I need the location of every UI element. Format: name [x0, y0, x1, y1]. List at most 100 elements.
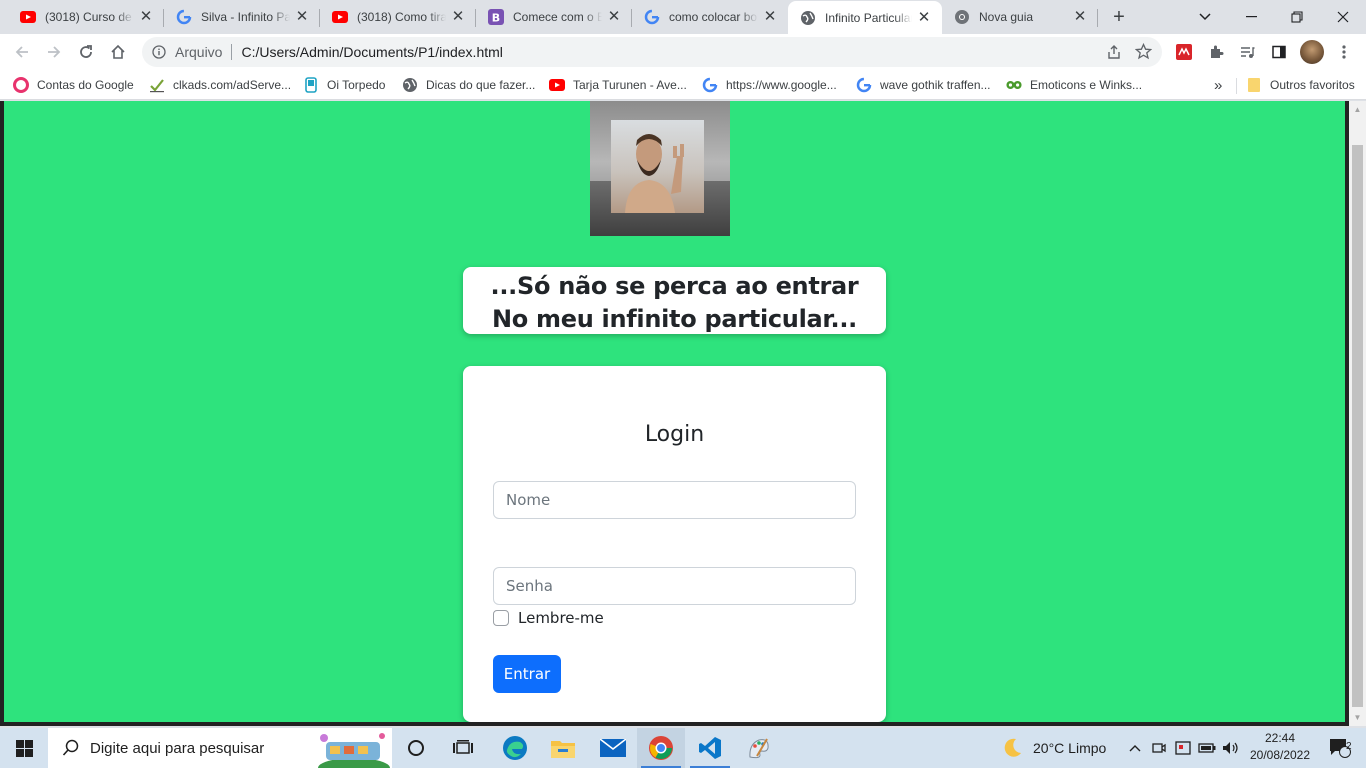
address-bar[interactable]: Arquivo C:/Users/Admin/Documents/P1/inde…: [142, 37, 1162, 67]
tab-silva[interactable]: Silva - Infinito Particular ✕: [164, 0, 320, 34]
tray-expand-button[interactable]: [1126, 728, 1144, 768]
battery-button[interactable]: [1196, 728, 1218, 768]
bookmark-clkads[interactable]: clkads.com/adServe...: [149, 75, 291, 95]
side-panel-icon: [1272, 45, 1286, 59]
remember-me-checkbox[interactable]: [493, 610, 509, 626]
bookmark-label: wave gothik traffen...: [880, 78, 991, 92]
share-icon[interactable]: [1106, 44, 1122, 63]
battery-icon: [1198, 743, 1216, 753]
notification-count: 2: [1346, 741, 1352, 752]
new-tab-button[interactable]: +: [1108, 6, 1130, 28]
taskbar-clock[interactable]: 22:44 20/08/2022: [1240, 730, 1320, 764]
taskbar-search[interactable]: Digite aqui para pesquisar: [48, 728, 392, 768]
close-icon[interactable]: ✕: [762, 9, 778, 25]
login-title: Login: [644, 422, 705, 447]
password-input[interactable]: [493, 567, 856, 605]
meet-now-button[interactable]: [1148, 728, 1170, 768]
chrome-icon: [649, 736, 673, 760]
tab-bootstrap[interactable]: B Comece com o Bootstrap ✕: [476, 0, 632, 34]
edge-button[interactable]: [491, 728, 539, 768]
volume-button[interactable]: [1220, 728, 1242, 768]
bookmark-other-favorites[interactable]: Outros favoritos: [1246, 75, 1355, 95]
tab-youtube-fundo[interactable]: (3018) Como tirar fundo ✕: [320, 0, 476, 34]
close-icon[interactable]: ✕: [916, 9, 932, 26]
scrollbar-thumb[interactable]: [1352, 145, 1363, 707]
bookmark-wave-gothik[interactable]: wave gothik traffen...: [856, 75, 991, 95]
chrome-button[interactable]: [637, 728, 685, 768]
folder-icon: [1246, 77, 1262, 93]
bookmark-emoticons[interactable]: Emoticons e Winks...: [1006, 75, 1142, 95]
bookmarks-overflow-button[interactable]: »: [1214, 75, 1222, 95]
paint-button[interactable]: [735, 728, 783, 768]
notifications-tray-button[interactable]: [1172, 728, 1194, 768]
close-icon[interactable]: ✕: [450, 9, 466, 25]
bookmark-label: Tarja Turunen - Ave...: [573, 78, 687, 92]
media-icon: [1241, 47, 1255, 58]
forward-button[interactable]: [40, 38, 68, 66]
youtube-icon: [549, 77, 565, 93]
tab-google-borda[interactable]: como colocar borda ✕: [632, 0, 788, 34]
back-button[interactable]: [8, 38, 36, 66]
close-window-button[interactable]: [1320, 0, 1366, 34]
menu-button[interactable]: [1330, 38, 1358, 66]
cortana-button[interactable]: [394, 728, 438, 768]
emoticon-icon: [1006, 77, 1022, 93]
action-center-button[interactable]: 2: [1320, 728, 1360, 768]
bookmark-contas-google[interactable]: Contas do Google: [13, 75, 134, 95]
close-icon[interactable]: ✕: [294, 9, 310, 25]
tab-title: Nova guia: [979, 10, 1034, 24]
tab-strip: (3018) Curso de Cyber Security ✕ Silva -…: [0, 0, 1366, 34]
bookmark-label: Outros favoritos: [1270, 78, 1355, 92]
bookmark-tarja[interactable]: Tarja Turunen - Ave...: [549, 75, 687, 95]
close-icon[interactable]: ✕: [1072, 9, 1088, 25]
bookmark-google-url[interactable]: https://www.google...: [702, 75, 837, 95]
name-input[interactable]: [493, 481, 856, 519]
tab-search-button[interactable]: [1182, 0, 1228, 34]
vscode-button[interactable]: [686, 728, 734, 768]
chrome-icon: [954, 9, 970, 25]
search-placeholder: Digite aqui para pesquisar: [90, 739, 265, 757]
divider: [1236, 78, 1237, 94]
info-icon[interactable]: [151, 44, 167, 60]
bookmark-dicas[interactable]: Dicas do que fazer...: [402, 75, 535, 95]
extension-button[interactable]: [1170, 38, 1198, 66]
bookmark-oi-torpedo[interactable]: Oi Torpedo: [303, 75, 385, 95]
bookmark-label: Oi Torpedo: [327, 78, 386, 92]
google-icon: [856, 77, 872, 93]
profile-button[interactable]: [1298, 38, 1326, 66]
side-panel-button[interactable]: [1265, 38, 1293, 66]
folder-icon: [551, 741, 575, 758]
restore-button[interactable]: [1274, 0, 1320, 34]
scroll-up-icon[interactable]: ▲: [1349, 101, 1366, 118]
tab-youtube-cyber[interactable]: (3018) Curso de Cyber Security ✕: [8, 0, 164, 34]
bookmark-label: clkads.com/adServe...: [173, 78, 292, 92]
remember-me-row[interactable]: Lembre-me: [493, 609, 604, 627]
mail-button[interactable]: [589, 728, 637, 768]
tab-nova-guia[interactable]: Nova guia ✕: [942, 0, 1098, 34]
bookmarks-bar: Contas do Google clkads.com/adServe... O…: [0, 70, 1366, 100]
page-viewport: ...Só não se perca ao entrar No meu infi…: [0, 101, 1366, 726]
weather-widget[interactable]: 20°C Limpo: [1001, 728, 1125, 768]
tab-infinito-particular[interactable]: Infinito Particular ✕: [788, 1, 942, 34]
minimize-button[interactable]: [1228, 0, 1274, 34]
tab-title: como colocar borda: [669, 10, 758, 24]
start-button[interactable]: [0, 728, 48, 768]
remember-me-label[interactable]: Lembre-me: [518, 609, 604, 627]
file-explorer-button[interactable]: [539, 728, 587, 768]
media-button[interactable]: [1233, 38, 1261, 66]
extensions-button[interactable]: [1202, 38, 1230, 66]
close-icon[interactable]: ✕: [138, 9, 154, 25]
vertical-scrollbar[interactable]: ▲ ▼: [1349, 101, 1366, 726]
bootstrap-icon: B: [488, 9, 504, 25]
tab-title: Silva - Infinito Particular: [201, 10, 290, 24]
restore-icon: [1291, 11, 1303, 23]
reload-button[interactable]: [72, 38, 100, 66]
home-button[interactable]: [104, 38, 132, 66]
close-icon[interactable]: ✕: [606, 9, 622, 25]
scroll-down-icon[interactable]: ▼: [1349, 709, 1366, 726]
extension-red-icon: [1176, 44, 1192, 60]
url-text[interactable]: C:/Users/Admin/Documents/P1/index.html: [241, 44, 502, 60]
submit-button[interactable]: Entrar: [493, 655, 561, 693]
task-view-button[interactable]: [441, 728, 485, 768]
star-icon[interactable]: [1134, 42, 1153, 63]
